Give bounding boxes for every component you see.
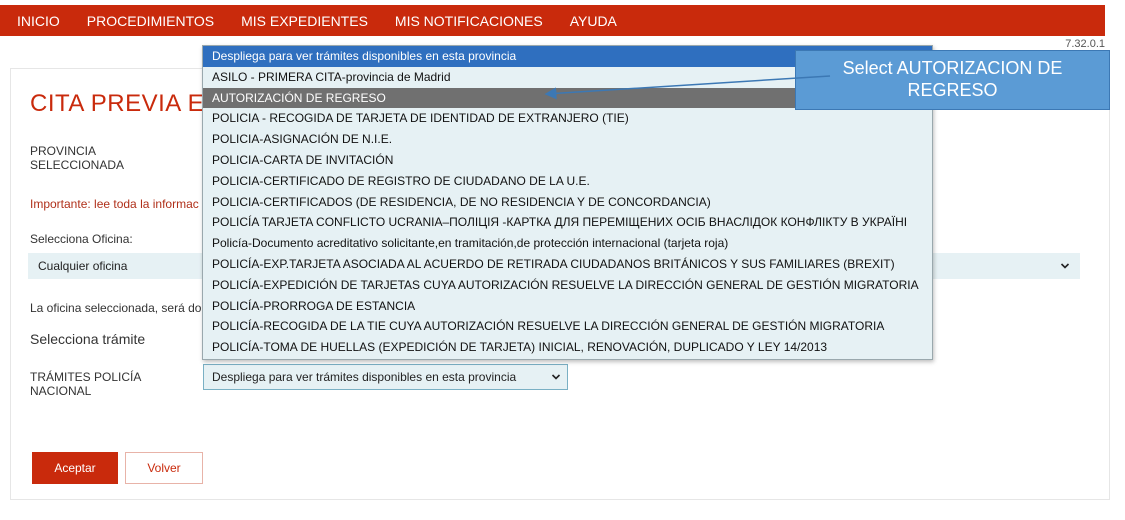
callout-arrow [544,75,831,100]
